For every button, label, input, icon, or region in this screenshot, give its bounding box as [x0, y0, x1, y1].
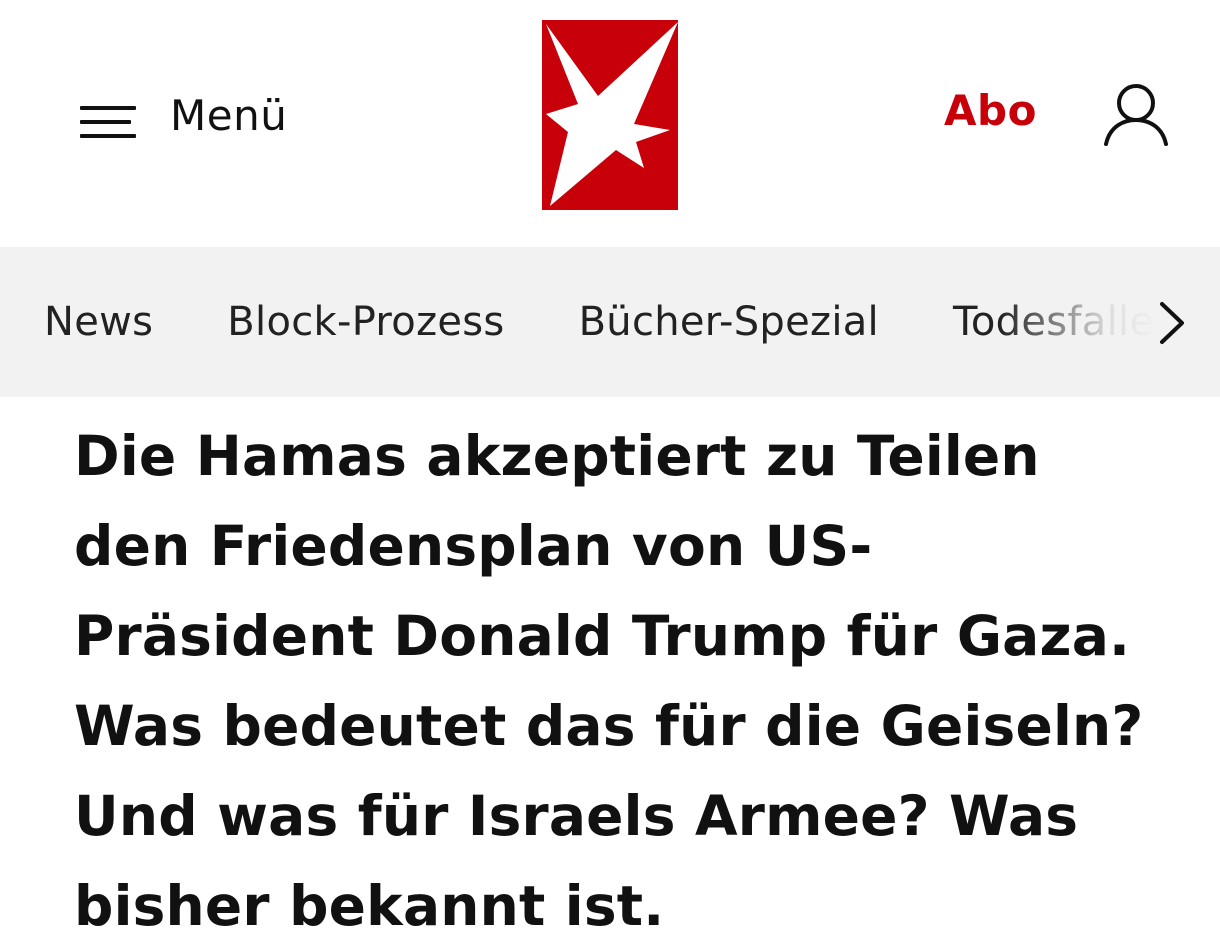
menu-label: Menü: [170, 90, 288, 140]
section-navigation: News Block-Prozess Bücher-Spezial Todesf…: [0, 247, 1220, 397]
user-account-icon[interactable]: [1102, 82, 1170, 148]
chevron-right-icon[interactable]: [1150, 298, 1196, 348]
nav-item-block-prozess[interactable]: Block-Prozess: [227, 299, 504, 345]
hamburger-menu-icon: [80, 93, 136, 138]
abo-link[interactable]: Abo: [944, 86, 1037, 135]
menu-button[interactable]: Menü: [80, 80, 287, 150]
nav-item-news[interactable]: News: [44, 299, 153, 345]
nav-item-todesfalle[interactable]: Todesfalle: [953, 299, 1154, 345]
site-header: Menü Abo: [0, 0, 1220, 247]
stern-logo[interactable]: [540, 18, 680, 212]
article-teaser: Die Hamas akzeptiert zu Teilen den Fried…: [74, 424, 1144, 938]
nav-item-buecher-spezial[interactable]: Bücher-Spezial: [579, 299, 879, 345]
nav-items: News Block-Prozess Bücher-Spezial Todesf…: [44, 247, 1220, 397]
